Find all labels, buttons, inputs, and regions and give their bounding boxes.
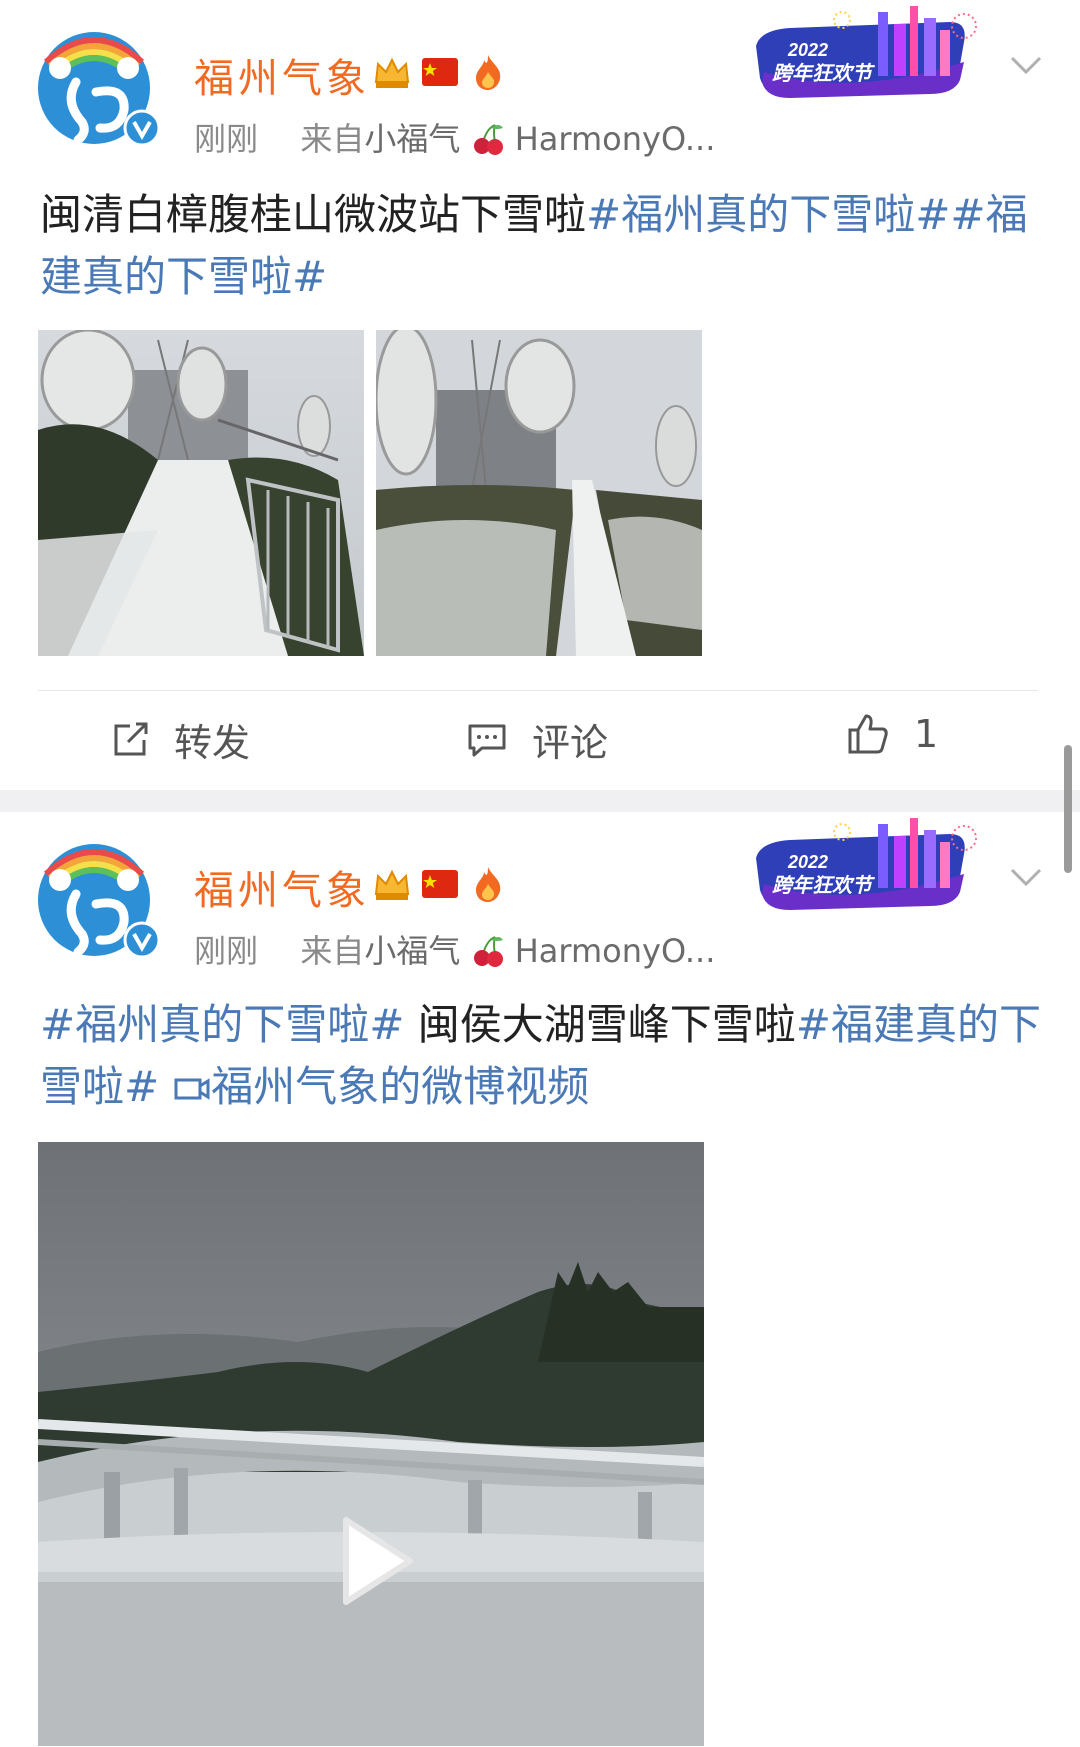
- cherry-icon: [473, 936, 503, 967]
- repost-label: 转发: [174, 721, 251, 765]
- source-app[interactable]: HarmonyO...: [515, 120, 716, 158]
- banner-year: 2022: [787, 40, 828, 60]
- video-camera-icon: [174, 1078, 210, 1100]
- video-player[interactable]: [38, 1142, 704, 1746]
- fire-icon: [476, 867, 501, 902]
- source-app[interactable]: HarmonyO...: [515, 932, 716, 970]
- like-count: 1: [914, 712, 939, 756]
- like-button[interactable]: 1: [846, 712, 938, 756]
- source-prefix: 来自: [300, 120, 365, 158]
- post-separator: [0, 790, 1080, 812]
- new-year-event-banner[interactable]: 2022 跨年狂欢节: [750, 2, 985, 102]
- hashtag-fuzhou-snow[interactable]: #福州真的下雪啦#: [40, 1000, 404, 1049]
- action-divider: [38, 690, 1038, 691]
- post-time: 刚刚: [194, 932, 259, 970]
- hashtag-fuzhou-snow[interactable]: #福州真的下雪啦#: [586, 190, 950, 239]
- source-name[interactable]: 小福气: [364, 120, 460, 158]
- avatar[interactable]: [36, 22, 164, 150]
- crown-badge-icon[interactable]: [372, 52, 412, 92]
- thumbs-up-icon: [848, 714, 888, 754]
- weibo-post-2: 福州气象 刚刚 来自小福气 HarmonyO... 2022 跨年狂欢节 #福州…: [0, 812, 1080, 1747]
- banner-label: 跨年狂欢节: [772, 873, 876, 897]
- post-text-body: 闽清白樟腹桂山微波站下雪啦: [40, 190, 587, 239]
- comment-icon: [468, 724, 506, 756]
- source-name[interactable]: 小福气: [364, 932, 460, 970]
- post-meta: 刚刚 来自小福气 HarmonyO...: [194, 926, 715, 972]
- post-photo-1[interactable]: [38, 330, 364, 656]
- chevron-down-icon[interactable]: [1006, 862, 1046, 892]
- post-text: 闽清白樟腹桂山微波站下雪啦#福州真的下雪啦##福建真的下雪啦#: [40, 184, 1050, 308]
- comment-label: 评论: [532, 721, 609, 765]
- crown-badge-icon[interactable]: [372, 864, 412, 904]
- banner-label: 跨年狂欢节: [772, 61, 876, 85]
- share-icon: [114, 722, 148, 755]
- author-name[interactable]: 福州气象: [194, 46, 370, 104]
- cherry-icon: [473, 124, 503, 155]
- banner-year: 2022: [787, 852, 828, 872]
- scrollbar[interactable]: [1064, 745, 1072, 873]
- repost-button[interactable]: 转发: [110, 712, 250, 767]
- china-flag-icon: [422, 870, 458, 898]
- china-flag-icon: [422, 58, 458, 86]
- post-time: 刚刚: [194, 120, 259, 158]
- chevron-down-icon[interactable]: [1006, 50, 1046, 80]
- weibo-post-1: 福州气象 刚刚 来自小福气 HarmonyO... 2022 跨年狂欢节 闽清白…: [0, 0, 1080, 790]
- author-name[interactable]: 福州气象: [194, 858, 370, 916]
- post-text: #福州真的下雪啦# 闽侯大湖雪峰下雪啦#福建真的下雪啦# 福州气象的微博视频: [40, 994, 1050, 1118]
- fire-icon: [476, 55, 501, 90]
- badge-row: [372, 52, 508, 92]
- new-year-event-banner[interactable]: 2022 跨年狂欢节: [750, 814, 985, 914]
- post-meta: 刚刚 来自小福气 HarmonyO...: [194, 114, 715, 160]
- avatar[interactable]: [36, 834, 164, 962]
- source-prefix: 来自: [300, 932, 365, 970]
- video-link[interactable]: 福州气象的微博视频: [211, 1062, 589, 1111]
- post-text-body: 闽侯大湖雪峰下雪啦: [404, 1000, 796, 1049]
- comment-button[interactable]: 评论: [466, 712, 608, 767]
- badge-row: [372, 864, 508, 904]
- post-photo-2[interactable]: [376, 330, 702, 656]
